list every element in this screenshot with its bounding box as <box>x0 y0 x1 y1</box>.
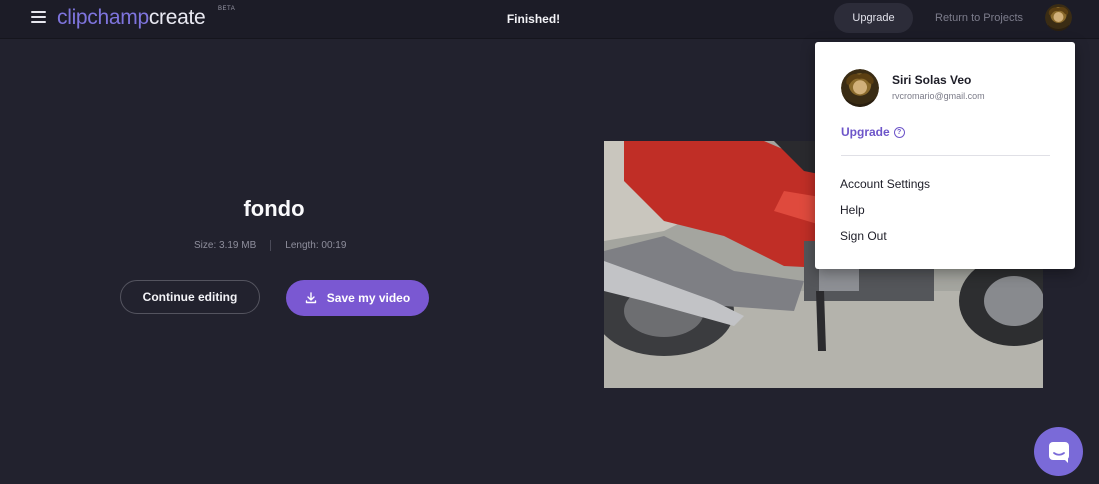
hamburger-menu-icon[interactable] <box>31 11 46 24</box>
user-name: Siri Solas Veo <box>892 73 972 87</box>
user-email: rvcromario@gmail.com <box>892 91 985 101</box>
app-logo[interactable]: clipchampcreate <box>57 5 206 31</box>
save-video-label: Save my video <box>326 291 411 305</box>
logo-clipchamp-text: clipchamp <box>57 6 149 29</box>
menu-item-sign-out[interactable]: Sign Out <box>840 229 887 243</box>
question-circle-icon[interactable]: ? <box>893 126 905 138</box>
download-icon <box>305 292 316 304</box>
return-to-projects-link[interactable]: Return to Projects <box>935 12 1023 24</box>
upgrade-button[interactable]: Upgrade <box>834 3 913 33</box>
beta-badge: BETA <box>218 6 236 12</box>
menu-divider <box>841 155 1050 156</box>
menu-item-help[interactable]: Help <box>840 203 865 217</box>
continue-editing-button[interactable]: Continue editing <box>120 280 260 314</box>
chat-support-button[interactable] <box>1034 427 1083 476</box>
menu-upgrade-link[interactable]: Upgrade ? <box>841 125 905 139</box>
avatar-image <box>841 69 879 107</box>
top-bar: clipchampcreate BETA Finished! Upgrade R… <box>0 0 1099 39</box>
save-video-button[interactable]: Save my video <box>286 280 429 316</box>
avatar-image <box>1045 4 1072 31</box>
user-menu-dropdown: Siri Solas Veo rvcromario@gmail.com Upgr… <box>815 42 1075 269</box>
project-title: fondo <box>243 196 305 221</box>
user-avatar-button[interactable] <box>1045 4 1072 31</box>
meta-divider <box>270 240 272 251</box>
file-size: Size: 3.19 MB <box>194 240 257 251</box>
video-length: Length: 00:19 <box>285 240 347 251</box>
logo-create-text: create <box>148 6 206 29</box>
project-meta: Size: 3.19 MB Length: 00:19 <box>194 240 346 251</box>
dropdown-avatar <box>841 69 879 107</box>
menu-upgrade-label: Upgrade <box>841 125 890 139</box>
export-status: Finished! <box>506 12 561 26</box>
chat-icon <box>1048 441 1069 463</box>
menu-item-account-settings[interactable]: Account Settings <box>840 177 930 191</box>
